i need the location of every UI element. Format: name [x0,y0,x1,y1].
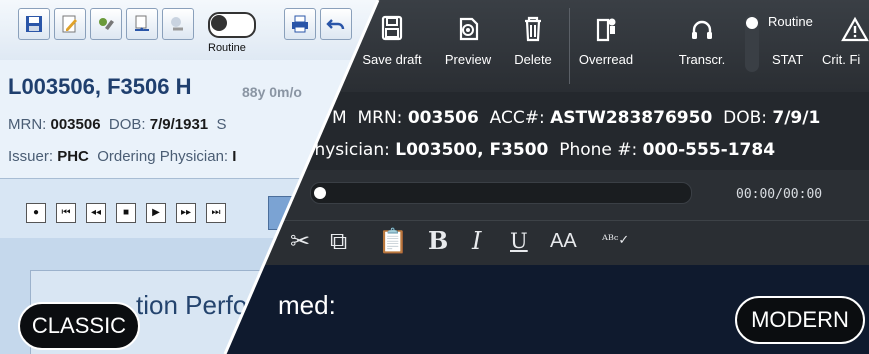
split-divider [223,0,380,354]
comparison-image: Save draft Preview Delete Overread Trans… [0,0,869,354]
